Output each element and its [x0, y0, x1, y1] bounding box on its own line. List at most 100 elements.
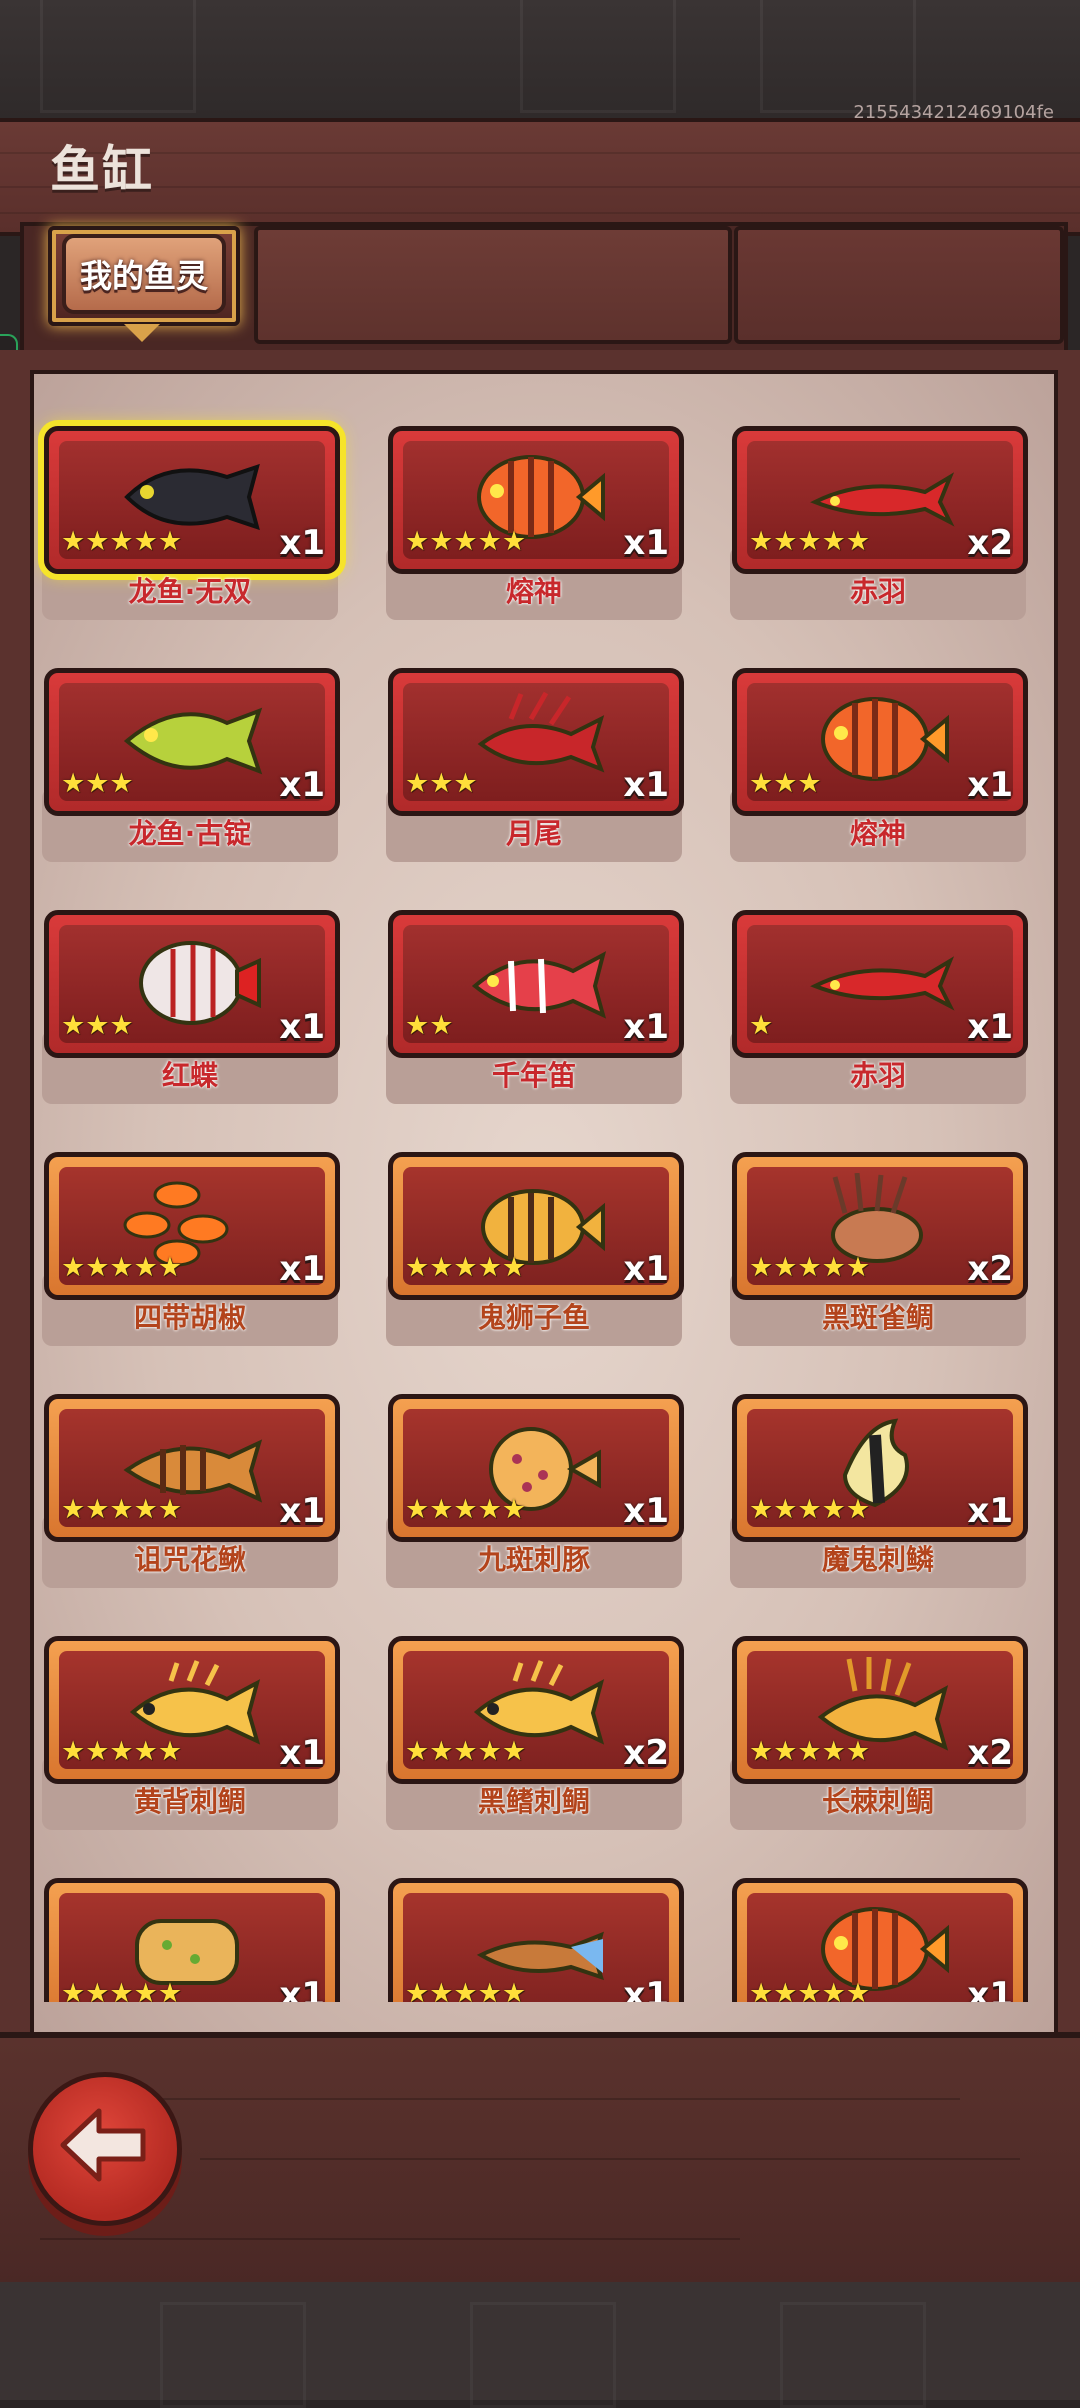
- fish-card[interactable]: ★★★ x1 龙鱼·古锭: [42, 668, 340, 868]
- orange-discus-icon: [805, 689, 955, 793]
- star-rating: ★★★: [61, 768, 134, 799]
- quantity-label: x1: [623, 765, 669, 805]
- fish-card-frame[interactable]: ★★★ x1: [44, 668, 340, 816]
- empty-tab-slot: [254, 226, 732, 344]
- fish-name: 鬼狮子鱼: [477, 1301, 590, 1334]
- fish-card-frame[interactable]: ★★★★★ x1: [44, 1878, 340, 2002]
- fish-card-frame[interactable]: ★★★★★ x2: [388, 1636, 684, 1784]
- red-spiky-fish-icon: [461, 689, 611, 793]
- fish-card[interactable]: ★★★★★ x1 九斑刺豚: [386, 1394, 684, 1594]
- fish-name: 月尾: [505, 817, 562, 850]
- star-rating: ★★★: [405, 768, 478, 799]
- fish-card-frame[interactable]: ★★★★★ x1: [388, 1394, 684, 1542]
- quantity-label: x2: [967, 1249, 1013, 1289]
- fish-card[interactable]: ★★★★★ x1 龙鱼·无双: [42, 426, 340, 626]
- star-rating: ★★★★★: [61, 526, 183, 557]
- back-button[interactable]: [28, 2072, 182, 2226]
- quantity-label: x2: [967, 523, 1013, 563]
- fish-card-frame[interactable]: ★★★★★ x1: [44, 1152, 340, 1300]
- star-rating: ★★★: [61, 1010, 134, 1041]
- fish-card[interactable]: ★★★★★ x1 熔神: [386, 426, 684, 626]
- fish-card-frame[interactable]: ★★★ x1: [732, 668, 1028, 816]
- fish-card[interactable]: ★★★ x1 熔神: [730, 668, 1028, 868]
- fish-card[interactable]: ★★★★★ x2 赤羽: [730, 426, 1028, 626]
- quantity-label: x1: [279, 1975, 325, 2002]
- quantity-label: x1: [279, 765, 325, 805]
- quantity-label: x1: [967, 1007, 1013, 1047]
- fish-card-frame[interactable]: ★★ x1: [388, 910, 684, 1058]
- quantity-label: x1: [623, 523, 669, 563]
- fish-card-frame[interactable]: ★★★★★ x1: [44, 1394, 340, 1542]
- fish-card-frame[interactable]: ★★★★★ x1: [388, 1878, 684, 2002]
- star-rating: ★★★★★: [405, 526, 527, 557]
- star-rating: ★★★★★: [61, 1736, 183, 1767]
- tab-my-fish[interactable]: 我的鱼灵: [62, 234, 226, 314]
- fish-card[interactable]: ★★ x1 千年笛: [386, 910, 684, 1110]
- fish-card[interactable]: ★★★★★ x1 黄背刺鲷: [42, 1636, 340, 1836]
- fish-card[interactable]: ★★★ x1 红蝶: [42, 910, 340, 1110]
- fish-card[interactable]: ★★★★★ x1: [386, 1878, 684, 2002]
- active-tab-indicator: [124, 324, 160, 342]
- quantity-label: x1: [623, 1491, 669, 1531]
- star-rating: ★★★★★: [749, 526, 871, 557]
- fish-card[interactable]: ★★★★★ x1 诅咒花鳅: [42, 1394, 340, 1594]
- fish-name: 黑斑雀鲷: [821, 1301, 934, 1334]
- fish-card[interactable]: ★★★★★ x2 长棘刺鲷: [730, 1636, 1028, 1836]
- fish-name: 四带胡椒: [133, 1301, 246, 1334]
- fish-card-frame[interactable]: ★★★ x1: [44, 910, 340, 1058]
- fish-card[interactable]: ★★★ x1 月尾: [386, 668, 684, 868]
- fish-card-frame[interactable]: ★★★★★ x2: [732, 1636, 1028, 1784]
- fish-card-frame[interactable]: ★ x1: [732, 910, 1028, 1058]
- fish-card[interactable]: ★★★★★ x2 黑斑雀鲷: [730, 1152, 1028, 1352]
- star-rating: ★★★★★: [405, 1978, 527, 2002]
- fish-card[interactable]: ★★★★★ x2 黑鳍刺鲷: [386, 1636, 684, 1836]
- red-snapper-icon: [461, 931, 611, 1035]
- quantity-label: x1: [279, 1249, 325, 1289]
- fish-name: 黄背刺鲷: [133, 1785, 246, 1818]
- fish-name: 红蝶: [161, 1059, 218, 1092]
- fish-card-frame[interactable]: ★★★★★ x2: [732, 426, 1028, 574]
- fish-name: 黑鳍刺鲷: [477, 1785, 590, 1818]
- fish-card-frame[interactable]: ★★★★★ x1: [388, 1152, 684, 1300]
- header-bar: [0, 118, 1080, 236]
- quantity-label: x2: [623, 1733, 669, 1773]
- star-rating: ★★★: [749, 768, 822, 799]
- green-arowana-icon: [117, 689, 267, 793]
- red-slim-fish-icon: [805, 931, 955, 1035]
- quantity-label: x1: [279, 1491, 325, 1531]
- star-rating: ★★★★★: [61, 1494, 183, 1525]
- fish-card[interactable]: ★★★★★ x1 四带胡椒: [42, 1152, 340, 1352]
- fish-card-frame[interactable]: ★★★★★ x1: [44, 426, 340, 574]
- fish-card[interactable]: ★★★★★ x1: [730, 1878, 1028, 2002]
- fish-card-frame[interactable]: ★★★★★ x1: [388, 426, 684, 574]
- star-rating: ★★★★★: [61, 1252, 183, 1283]
- fish-card[interactable]: ★ x1 赤羽: [730, 910, 1028, 1110]
- fish-name: 诅咒花鳅: [133, 1543, 246, 1576]
- fish-card-frame[interactable]: ★★★★★ x2: [732, 1152, 1028, 1300]
- fish-collection-panel[interactable]: ★★★★★ x1 龙鱼·无双 ★★★★★ x1 熔神 ★★★★★ x2 赤羽 ★★★ x1 龙鱼·古锭…: [30, 370, 1058, 2040]
- quantity-label: x1: [279, 1733, 325, 1773]
- fish-card[interactable]: ★★★★★ x1 鬼狮子鱼: [386, 1152, 684, 1352]
- fish-name: 长棘刺鲷: [821, 1785, 934, 1818]
- quantity-label: x1: [623, 1975, 669, 2002]
- quantity-label: x1: [967, 1491, 1013, 1531]
- star-rating: ★★★★★: [405, 1252, 527, 1283]
- star-rating: ★★★★★: [405, 1494, 527, 1525]
- star-rating: ★★★★★: [749, 1736, 871, 1767]
- fish-card[interactable]: ★★★★★ x1 魔鬼刺鳞: [730, 1394, 1028, 1594]
- fish-name: 九斑刺豚: [477, 1543, 590, 1576]
- quantity-label: x1: [279, 523, 325, 563]
- quantity-label: x1: [623, 1007, 669, 1047]
- fish-card-frame[interactable]: ★★★★★ x1: [732, 1878, 1028, 2002]
- quantity-label: x2: [967, 1733, 1013, 1773]
- star-rating: ★★★★★: [405, 1736, 527, 1767]
- star-rating: ★★★★★: [61, 1978, 183, 2002]
- fish-card-frame[interactable]: ★★★★★ x1: [44, 1636, 340, 1784]
- backdrop-shape: [520, 0, 676, 113]
- fish-card-frame[interactable]: ★★★ x1: [388, 668, 684, 816]
- fish-card-frame[interactable]: ★★★★★ x1: [732, 1394, 1028, 1542]
- fish-card[interactable]: ★★★★★ x1: [42, 1878, 340, 2002]
- fish-grid: ★★★★★ x1 龙鱼·无双 ★★★★★ x1 熔神 ★★★★★ x2 赤羽 ★★★ x1 龙鱼·古锭…: [34, 374, 1054, 2002]
- fish-name: 龙鱼·古锭: [128, 817, 252, 850]
- backdrop-shape: [760, 0, 916, 113]
